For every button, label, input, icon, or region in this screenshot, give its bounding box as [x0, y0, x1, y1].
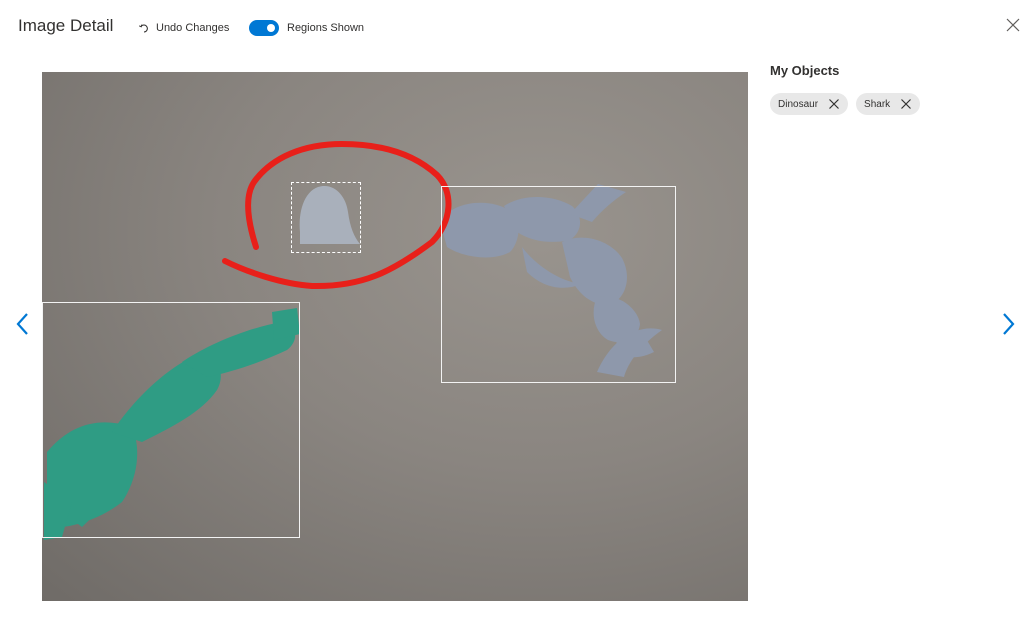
object-tag-label: Shark [864, 98, 891, 110]
close-icon[interactable] [1003, 15, 1023, 35]
region-box-shark[interactable] [441, 186, 676, 383]
undo-icon [138, 24, 148, 33]
undo-changes-label: Undo Changes [156, 22, 230, 34]
regions-toggle-group: Regions Shown [249, 19, 364, 37]
object-tag-dinosaur[interactable]: Dinosaur [770, 93, 849, 115]
header: Image Detail Undo Changes Regions Shown [0, 0, 1024, 56]
image-canvas[interactable] [42, 72, 748, 601]
undo-changes-button[interactable]: Undo Changes [138, 19, 229, 37]
region-box-dinosaur[interactable] [42, 302, 300, 538]
chevron-left-icon[interactable] [12, 311, 34, 337]
regions-shown-label: Regions Shown [287, 22, 365, 34]
remove-tag-icon[interactable] [898, 96, 914, 112]
page-title: Image Detail [18, 16, 114, 35]
pending-region-box[interactable] [291, 182, 361, 253]
object-tag-shark[interactable]: Shark [856, 93, 921, 115]
object-tag-label: Dinosaur [778, 98, 819, 110]
toggle-knob [267, 24, 275, 32]
my-objects-title: My Objects [770, 63, 840, 78]
remove-tag-icon[interactable] [826, 96, 842, 112]
regions-shown-toggle[interactable] [249, 20, 279, 36]
object-tag-list: Dinosaur Shark [770, 93, 921, 115]
chevron-right-icon[interactable] [997, 311, 1019, 337]
